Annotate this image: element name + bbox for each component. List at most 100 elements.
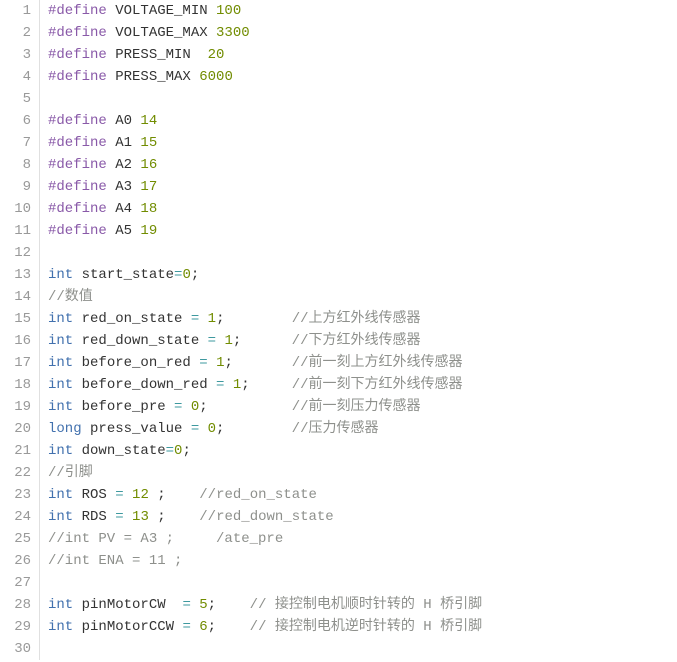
- token-number: 6: [199, 619, 207, 635]
- token-number: 12: [132, 487, 149, 503]
- line-number: 23: [0, 484, 31, 506]
- token-text: before_down_red: [73, 377, 216, 393]
- token-type: int: [48, 597, 73, 613]
- code-line: [48, 242, 677, 264]
- code-line: int red_down_state = 1; //下方红外线传感器: [48, 330, 677, 352]
- token-operator: =: [191, 311, 199, 327]
- token-preprocessor: #define: [48, 47, 107, 63]
- line-number: 9: [0, 176, 31, 198]
- line-number: 16: [0, 330, 31, 352]
- code-line: [48, 88, 677, 110]
- token-preprocessor: #define: [48, 157, 107, 173]
- code-line: #define A1 15: [48, 132, 677, 154]
- code-line: int RDS = 13 ; //red_down_state: [48, 506, 677, 528]
- token-number: 14: [140, 113, 157, 129]
- token-text: [182, 399, 190, 415]
- token-text: [208, 355, 216, 371]
- token-type: int: [48, 443, 73, 459]
- token-text: A4: [107, 201, 141, 217]
- code-line: long press_value = 0; //压力传感器: [48, 418, 677, 440]
- code-line: #define VOLTAGE_MIN 100: [48, 0, 677, 22]
- code-line: int pinMotorCW = 5; // 接控制电机顺时针转的 H 桥引脚: [48, 594, 677, 616]
- token-text: [124, 509, 132, 525]
- token-text: [191, 597, 199, 613]
- token-number: 3300: [216, 25, 250, 41]
- token-number: 20: [208, 47, 225, 63]
- token-operator: =: [166, 443, 174, 459]
- line-number: 12: [0, 242, 31, 264]
- code-line: #define PRESS_MIN 20: [48, 44, 677, 66]
- code-line: int red_on_state = 1; //上方红外线传感器: [48, 308, 677, 330]
- code-line: #define PRESS_MAX 6000: [48, 66, 677, 88]
- token-type: int: [48, 509, 73, 525]
- token-type: int: [48, 619, 73, 635]
- token-comment: //下方红外线传感器: [292, 333, 421, 349]
- line-number: 1: [0, 0, 31, 22]
- token-text: [199, 311, 207, 327]
- token-preprocessor: #define: [48, 69, 107, 85]
- line-number: 26: [0, 550, 31, 572]
- token-type: int: [48, 399, 73, 415]
- token-number: 0: [191, 399, 199, 415]
- code-line: int ROS = 12 ; //red_on_state: [48, 484, 677, 506]
- line-number: 27: [0, 572, 31, 594]
- line-number: 21: [0, 440, 31, 462]
- code-line: #define A0 14: [48, 110, 677, 132]
- token-text: VOLTAGE_MIN: [107, 3, 216, 19]
- token-operator: =: [208, 333, 216, 349]
- code-line: #define A2 16: [48, 154, 677, 176]
- line-number: 22: [0, 462, 31, 484]
- code-line: //数值: [48, 286, 677, 308]
- token-type: int: [48, 267, 73, 283]
- token-text: start_state: [73, 267, 174, 283]
- token-text: A2: [107, 157, 141, 173]
- token-comment: // 接控制电机逆时针转的 H 桥引脚: [250, 619, 482, 635]
- token-text: before_on_red: [73, 355, 199, 371]
- token-text: A3: [107, 179, 141, 195]
- token-preprocessor: #define: [48, 201, 107, 217]
- token-number: 100: [216, 3, 241, 19]
- code-line: [48, 638, 677, 660]
- line-number-gutter: 1234567891011121314151617181920212223242…: [0, 0, 40, 660]
- code-line: int before_pre = 0; //前一刻压力传感器: [48, 396, 677, 418]
- token-text: red_down_state: [73, 333, 207, 349]
- token-preprocessor: #define: [48, 25, 107, 41]
- token-text: ;: [191, 267, 199, 283]
- token-text: A5: [107, 223, 141, 239]
- token-text: ;: [208, 619, 250, 635]
- line-number: 30: [0, 638, 31, 660]
- line-number: 17: [0, 352, 31, 374]
- token-comment: // 接控制电机顺时针转的 H 桥引脚: [250, 597, 482, 613]
- token-text: [199, 421, 207, 437]
- token-comment: //前一刻下方红外线传感器: [292, 377, 463, 393]
- line-number: 15: [0, 308, 31, 330]
- line-number: 14: [0, 286, 31, 308]
- token-type: int: [48, 355, 73, 371]
- token-operator: =: [182, 619, 190, 635]
- line-number: 19: [0, 396, 31, 418]
- token-preprocessor: #define: [48, 179, 107, 195]
- code-line: [48, 572, 677, 594]
- token-type: int: [48, 377, 73, 393]
- token-preprocessor: #define: [48, 3, 107, 19]
- line-number: 8: [0, 154, 31, 176]
- code-line: #define A5 19: [48, 220, 677, 242]
- line-number: 7: [0, 132, 31, 154]
- code-line: #define A4 18: [48, 198, 677, 220]
- token-text: pinMotorCW: [73, 597, 182, 613]
- token-number: 5: [199, 597, 207, 613]
- line-number: 5: [0, 88, 31, 110]
- token-comment: //前一刻压力传感器: [292, 399, 421, 415]
- code-line: int start_state=0;: [48, 264, 677, 286]
- token-comment: //int ENA = 11 ;: [48, 553, 182, 569]
- token-text: ;: [233, 333, 292, 349]
- code-line: int before_on_red = 1; //前一刻上方红外线传感器: [48, 352, 677, 374]
- token-text: ;: [149, 487, 199, 503]
- token-number: 17: [140, 179, 157, 195]
- token-number: 13: [132, 509, 149, 525]
- token-comment: //上方红外线传感器: [292, 311, 421, 327]
- token-type: int: [48, 311, 73, 327]
- code-content: #define VOLTAGE_MIN 100#define VOLTAGE_M…: [40, 0, 677, 660]
- token-comment: //数值: [48, 289, 93, 305]
- token-comment: //前一刻上方红外线传感器: [292, 355, 463, 371]
